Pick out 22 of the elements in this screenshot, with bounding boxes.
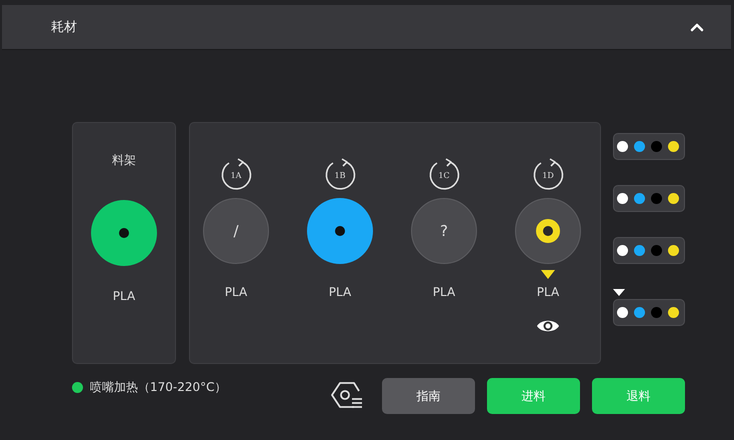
- spool-slot[interactable]: ?: [411, 198, 477, 264]
- eye-icon[interactable]: [536, 318, 560, 334]
- ams-unit-button[interactable]: [613, 299, 685, 326]
- nozzle-icon[interactable]: [330, 381, 364, 411]
- material-label: PLA: [536, 284, 560, 300]
- material-label: PLA: [328, 284, 352, 300]
- rack-title: 料架: [112, 152, 136, 168]
- slot-refresh-button[interactable]: 1D: [531, 157, 565, 191]
- slot-refresh-button[interactable]: 1C: [427, 157, 461, 191]
- action-button[interactable]: 指南: [382, 378, 475, 414]
- ams-unit-button[interactable]: [613, 237, 685, 264]
- material-label: PLA: [224, 284, 248, 300]
- status-text: 喷嘴加热（170-220°C）: [90, 379, 227, 396]
- slot-refresh-button[interactable]: 1B: [323, 157, 357, 191]
- material-label: PLA: [112, 288, 136, 304]
- section-title: 耗材: [51, 19, 77, 36]
- ams-unit-button[interactable]: [613, 185, 685, 212]
- collapse-icon[interactable]: [690, 22, 704, 32]
- slot-refresh-button[interactable]: 1A: [219, 157, 253, 191]
- spool-slot[interactable]: /: [203, 198, 269, 264]
- ams-unit-button[interactable]: [613, 133, 685, 160]
- material-label: PLA: [432, 284, 456, 300]
